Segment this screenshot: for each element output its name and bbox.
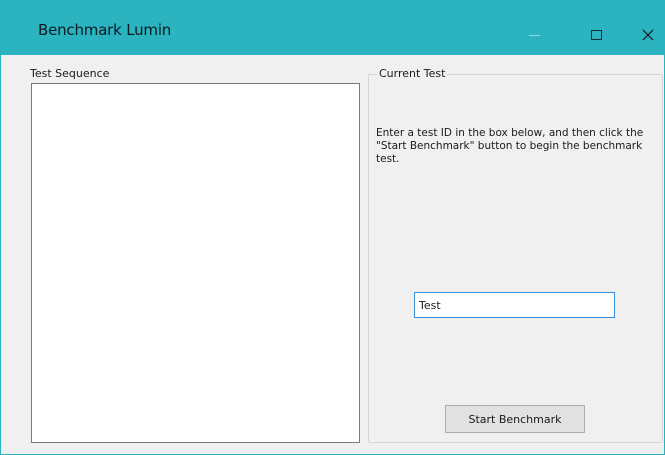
test-sequence-list[interactable] bbox=[31, 83, 360, 443]
title-bar[interactable]: Benchmark Lumin bbox=[1, 0, 665, 55]
test-id-input[interactable] bbox=[414, 292, 615, 318]
current-test-label: Current Test bbox=[377, 67, 448, 80]
minimize-button[interactable] bbox=[511, 12, 557, 50]
close-button[interactable] bbox=[625, 12, 665, 50]
start-benchmark-button[interactable]: Start Benchmark bbox=[445, 405, 585, 433]
maximize-button[interactable] bbox=[573, 12, 619, 50]
test-sequence-label: Test Sequence bbox=[30, 67, 110, 80]
maximize-icon bbox=[590, 30, 602, 40]
close-icon bbox=[642, 29, 654, 41]
instructions-text: Enter a test ID in the box below, and th… bbox=[376, 127, 644, 165]
benchmark-window: Benchmark Lumin Test Sequence Current Te… bbox=[0, 0, 665, 455]
minimize-icon bbox=[528, 34, 540, 36]
window-title: Benchmark Lumin bbox=[38, 21, 172, 39]
